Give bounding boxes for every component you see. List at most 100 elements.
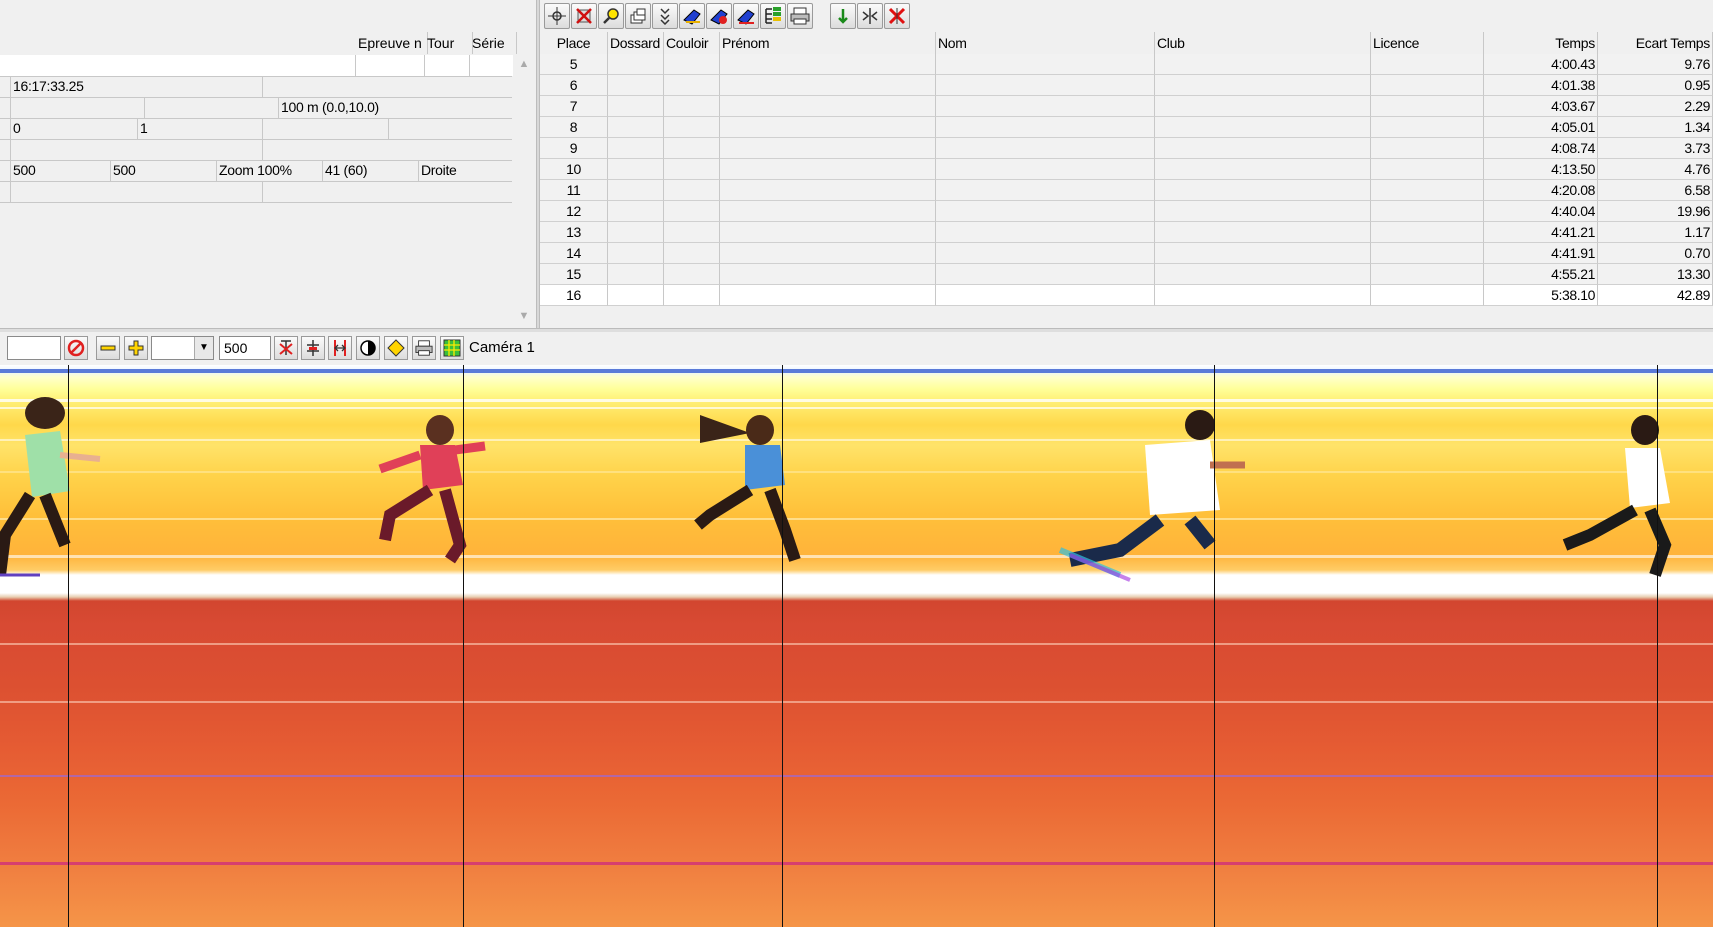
table-cell[interactable] [720, 54, 936, 75]
table-cell[interactable] [1155, 264, 1371, 285]
table-cell[interactable] [664, 117, 720, 138]
table-cell[interactable] [1155, 54, 1371, 75]
table-cell[interactable]: 5:38.10 [1484, 285, 1598, 306]
column-header-temps[interactable]: Temps [1484, 32, 1598, 54]
table-cell[interactable]: 14 [540, 243, 608, 264]
table-cell[interactable] [1155, 96, 1371, 117]
time-marker-line[interactable] [782, 365, 783, 927]
table-cell[interactable] [936, 201, 1155, 222]
table-cell[interactable]: 16 [540, 285, 608, 306]
table-cell[interactable] [1155, 285, 1371, 306]
table-cell[interactable]: 19.96 [1598, 201, 1713, 222]
grid-icon[interactable] [440, 336, 464, 360]
table-cell[interactable]: 4:01.38 [1484, 75, 1598, 96]
table-cell[interactable]: 4:55.21 [1484, 264, 1598, 285]
search-icon[interactable] [598, 3, 624, 29]
column-header-couloir[interactable]: Couloir [664, 32, 720, 54]
table-cell[interactable]: 4:08.74 [1484, 138, 1598, 159]
table-cell[interactable] [664, 180, 720, 201]
table-cell[interactable]: 9.76 [1598, 54, 1713, 75]
table-cell[interactable]: 4:41.21 [1484, 222, 1598, 243]
table-cell[interactable] [936, 75, 1155, 96]
table-cell[interactable] [1155, 159, 1371, 180]
table-cell[interactable] [720, 75, 936, 96]
table-cell[interactable]: 6.58 [1598, 180, 1713, 201]
column-header-licence[interactable]: Licence [1371, 32, 1484, 54]
table-cell[interactable] [936, 138, 1155, 159]
table-row[interactable]: 8 4:05.01 1.34 [540, 117, 1713, 138]
table-cell[interactable] [1155, 117, 1371, 138]
table-cell[interactable] [608, 75, 664, 96]
table-cell[interactable] [720, 243, 936, 264]
shoe-blue-icon[interactable] [679, 3, 705, 29]
step-input[interactable]: 500 [219, 336, 271, 360]
column-header-ecart-temps[interactable]: Ecart Temps [1598, 32, 1713, 54]
table-cell[interactable] [1155, 222, 1371, 243]
table-row[interactable]: 6 4:01.38 0.95 [540, 75, 1713, 96]
table-cell[interactable]: 13 [540, 222, 608, 243]
table-cell[interactable] [936, 264, 1155, 285]
scroll-down-icon[interactable]: ▼ [517, 309, 531, 323]
down-arrows-icon[interactable] [652, 3, 678, 29]
table-cell[interactable] [608, 285, 664, 306]
table-cell[interactable] [720, 180, 936, 201]
column-header-club[interactable]: Club [1155, 32, 1371, 54]
table-cell[interactable]: 15 [540, 264, 608, 285]
table-cell[interactable]: 1.17 [1598, 222, 1713, 243]
left-scrollbar[interactable]: ▲ ▼ [513, 55, 535, 327]
table-cell[interactable] [608, 222, 664, 243]
tree-icon[interactable] [760, 3, 786, 29]
table-cell[interactable] [1371, 75, 1484, 96]
cell[interactable] [355, 55, 427, 76]
time-input[interactable] [7, 336, 61, 360]
cross-hairs-icon[interactable] [544, 3, 570, 29]
table-row[interactable]: 5 4:00.43 9.76 [540, 54, 1713, 75]
table-cell[interactable] [720, 264, 936, 285]
cancel-icon[interactable] [64, 336, 88, 360]
table-cell[interactable] [608, 264, 664, 285]
shoe-red-icon[interactable] [706, 3, 732, 29]
table-cell[interactable] [608, 54, 664, 75]
column-header-place[interactable]: Place [540, 32, 608, 54]
table-cell[interactable]: 4:05.01 [1484, 117, 1598, 138]
scroll-up-icon[interactable]: ▲ [517, 57, 531, 71]
table-cell[interactable] [608, 201, 664, 222]
table-cell[interactable] [664, 138, 720, 159]
time-marker-line[interactable] [68, 365, 69, 927]
table-cell[interactable]: 7 [540, 96, 608, 117]
align-icon[interactable] [301, 336, 325, 360]
header-serie[interactable]: Série [469, 32, 517, 54]
table-row[interactable]: 15 4:55.21 13.30 [540, 264, 1713, 285]
table-cell[interactable] [936, 96, 1155, 117]
zoom-out-icon[interactable] [96, 336, 120, 360]
table-cell[interactable] [720, 138, 936, 159]
table-cell[interactable] [936, 117, 1155, 138]
table-row[interactable]: 11 4:20.08 6.58 [540, 180, 1713, 201]
table-cell[interactable] [720, 201, 936, 222]
table-cell[interactable] [720, 117, 936, 138]
chevron-down-icon[interactable]: ▼ [194, 337, 213, 359]
table-cell[interactable] [608, 117, 664, 138]
table-row[interactable]: 7 4:03.67 2.29 [540, 96, 1713, 117]
table-cell[interactable] [664, 201, 720, 222]
brightness-icon[interactable] [384, 336, 408, 360]
column-header-prenom[interactable]: Prénom [720, 32, 936, 54]
table-cell[interactable] [1371, 117, 1484, 138]
cell[interactable] [424, 55, 472, 76]
table-cell[interactable] [664, 96, 720, 117]
table-cell[interactable]: 13.30 [1598, 264, 1713, 285]
table-cell[interactable] [1155, 201, 1371, 222]
delete-icon[interactable] [571, 3, 597, 29]
table-row[interactable]: 16 5:38.10 42.89 [540, 285, 1713, 306]
table-cell[interactable] [664, 222, 720, 243]
table-cell[interactable] [1155, 180, 1371, 201]
table-cell[interactable] [664, 243, 720, 264]
table-cell[interactable] [936, 285, 1155, 306]
table-row[interactable]: 12 4:40.04 19.96 [540, 201, 1713, 222]
table-cell[interactable] [1371, 159, 1484, 180]
table-cell[interactable]: 12 [540, 201, 608, 222]
table-cell[interactable]: 11 [540, 180, 608, 201]
table-cell[interactable] [720, 285, 936, 306]
table-cell[interactable]: 6 [540, 75, 608, 96]
table-cell[interactable] [720, 96, 936, 117]
